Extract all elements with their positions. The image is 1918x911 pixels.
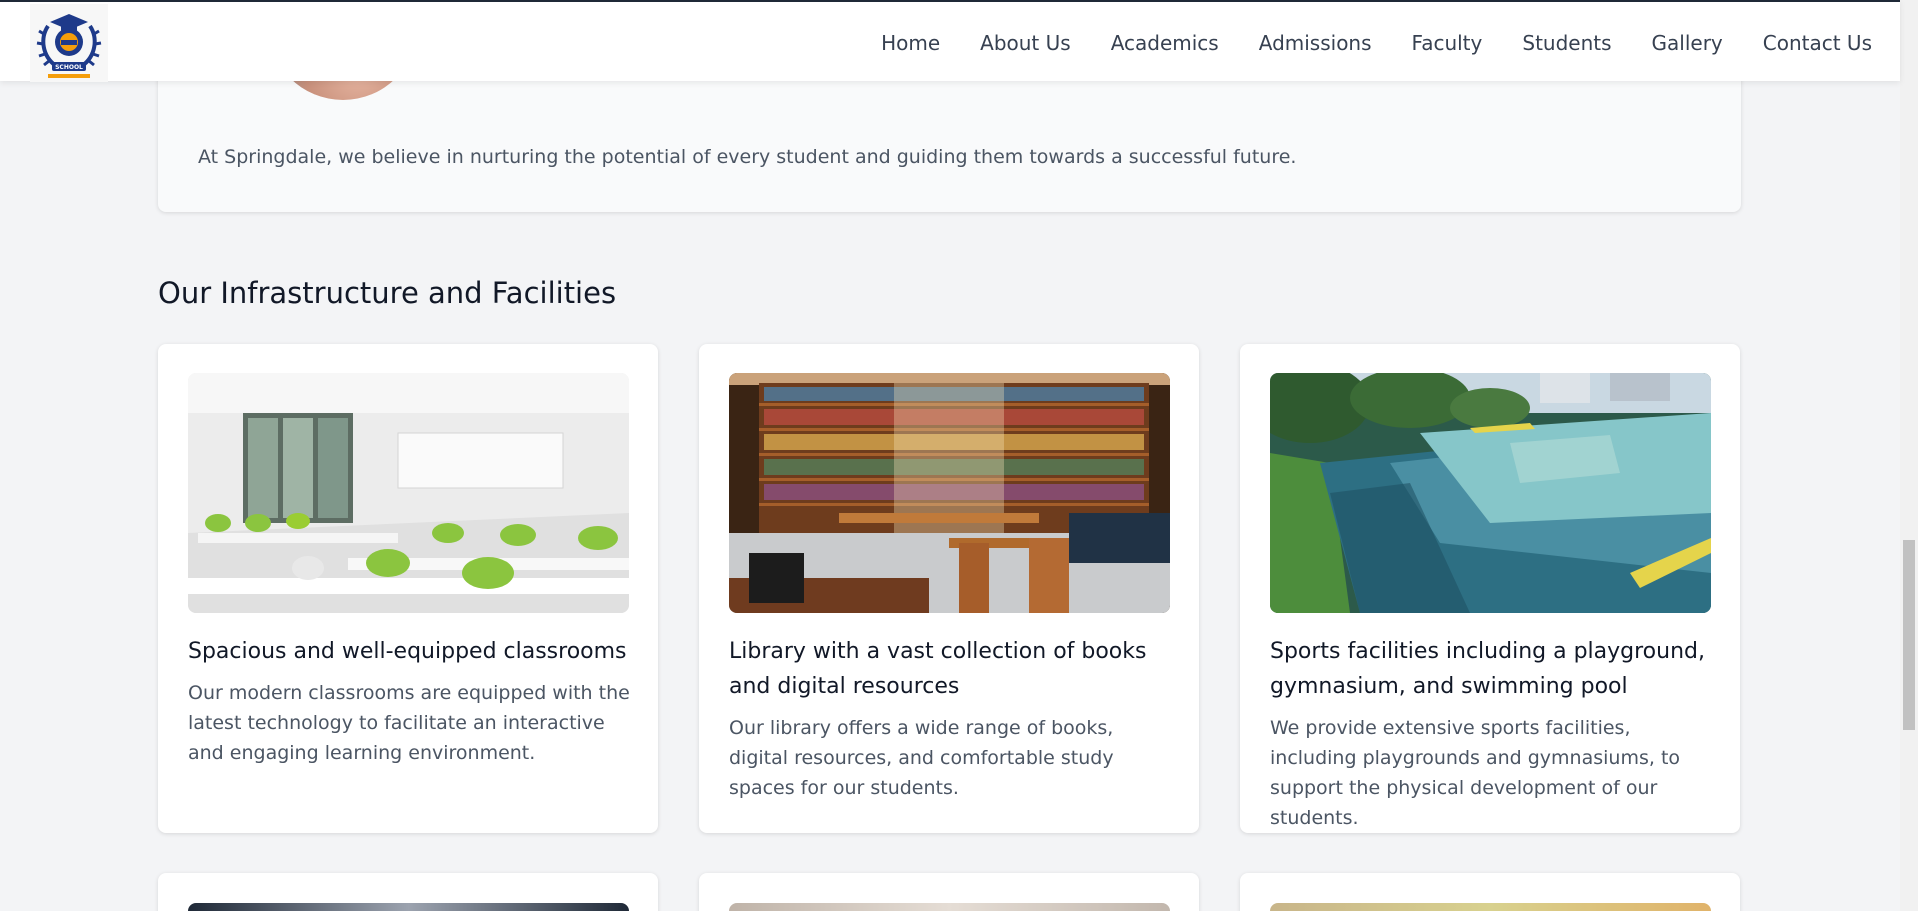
facility-card-library: Library with a vast collection of books …: [699, 344, 1199, 833]
facility-card-description: We provide extensive sports facilities, …: [1270, 717, 1681, 829]
nav-about-us[interactable]: About Us: [980, 31, 1071, 55]
sports-facility-image: [1270, 373, 1711, 613]
classroom-image: [188, 373, 629, 613]
logo-text: SCHOOL: [55, 64, 83, 71]
page-scrollbar[interactable]: [1900, 0, 1918, 911]
facility-card-next-2: [699, 873, 1199, 911]
nav-gallery[interactable]: Gallery: [1652, 31, 1723, 55]
nav-admissions[interactable]: Admissions: [1259, 31, 1372, 55]
page: At Springdale, we believe in nurturing t…: [0, 0, 1918, 911]
facility-card-classrooms: Spacious and well-equipped classrooms Ou…: [158, 344, 658, 833]
facility-card-title: Spacious and well-equipped classrooms: [188, 639, 627, 664]
facility-card-description: Our modern classrooms are equipped with …: [188, 682, 630, 764]
nav-faculty[interactable]: Faculty: [1412, 31, 1483, 55]
main-nav: Home About Us Academics Admissions Facul…: [881, 2, 1872, 83]
scrollbar-thumb[interactable]: [1903, 540, 1915, 730]
nav-home[interactable]: Home: [881, 31, 940, 55]
facility-card-title: Sports facilities including a playground…: [1270, 639, 1705, 699]
facility-card-title: Library with a vast collection of books …: [729, 639, 1147, 699]
navbar: SCHOOL Home About Us Academics Admission…: [0, 0, 1900, 83]
library-image: [729, 373, 1170, 613]
principal-quote-text: At Springdale, we believe in nurturing t…: [198, 146, 1297, 168]
nav-academics[interactable]: Academics: [1111, 31, 1219, 55]
nav-students[interactable]: Students: [1522, 31, 1611, 55]
facilities-section-title: Our Infrastructure and Facilities: [158, 276, 617, 310]
facility-card-sports: Sports facilities including a playground…: [1240, 344, 1740, 833]
facility-card-next-3: [1240, 873, 1740, 911]
nav-contact-us[interactable]: Contact Us: [1763, 31, 1872, 55]
school-logo[interactable]: SCHOOL: [30, 4, 108, 82]
facility-card-description: Our library offers a wide range of books…: [729, 717, 1114, 799]
facility-card-next-1: [158, 873, 658, 911]
school-logo-icon: SCHOOL: [36, 14, 102, 78]
